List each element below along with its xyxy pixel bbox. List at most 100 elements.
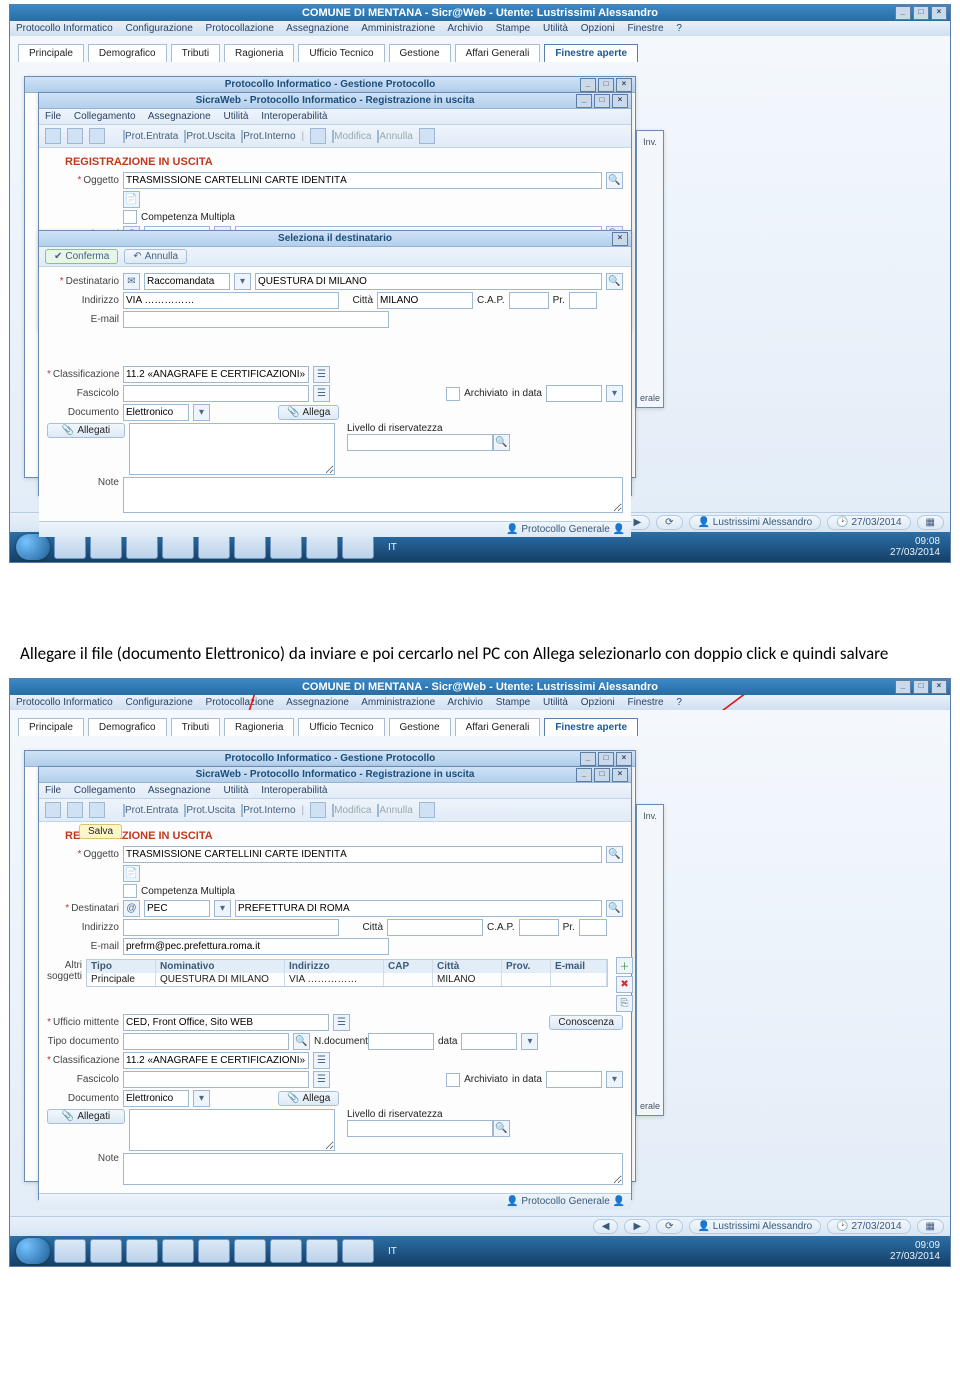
tab-finestre-aperte[interactable]: Finestre aperte bbox=[544, 44, 638, 62]
prot-entrata-button[interactable]: Prot.Entrata bbox=[123, 805, 178, 816]
note-icon[interactable]: 📄 bbox=[123, 191, 140, 208]
tab-demografico[interactable]: Demografico bbox=[88, 44, 167, 62]
chevron-down-icon[interactable]: ▾ bbox=[193, 1090, 210, 1107]
allegati-list[interactable] bbox=[129, 423, 335, 475]
submenu-item[interactable]: Interoperabilità bbox=[261, 785, 327, 796]
tab-ufficio-tecnico[interactable]: Ufficio Tecnico bbox=[298, 718, 384, 736]
classificazione-input[interactable] bbox=[123, 366, 309, 383]
allega-button[interactable]: 📎Allega bbox=[278, 1091, 339, 1106]
generic-icon[interactable] bbox=[310, 802, 326, 818]
submenu-item[interactable]: Utilità bbox=[223, 785, 248, 796]
close-button[interactable]: × bbox=[612, 768, 628, 782]
submenu-item[interactable]: File bbox=[45, 785, 61, 796]
close-button[interactable]: × bbox=[616, 78, 632, 92]
status-extra-icon[interactable]: ▦ bbox=[917, 515, 944, 530]
tab-affari-generali[interactable]: Affari Generali bbox=[455, 44, 541, 62]
new-icon[interactable] bbox=[45, 802, 61, 818]
save-icon[interactable] bbox=[67, 802, 83, 818]
dest-icon[interactable]: @ bbox=[123, 900, 140, 917]
oggetto-input[interactable] bbox=[123, 172, 602, 189]
taskbar-app[interactable] bbox=[234, 535, 266, 559]
maximize-button[interactable]: □ bbox=[913, 680, 929, 694]
dialog-pr-input[interactable] bbox=[569, 292, 597, 309]
minimize-button[interactable]: _ bbox=[580, 752, 596, 766]
annulla-button[interactable]: ↶ Annulla bbox=[124, 249, 187, 264]
tipodoc-input[interactable] bbox=[123, 1033, 289, 1050]
dialog-citta-input[interactable] bbox=[377, 292, 473, 309]
tab-demografico[interactable]: Demografico bbox=[88, 718, 167, 736]
delete-icon[interactable] bbox=[89, 128, 105, 144]
menu-item[interactable]: Protocollo Informatico bbox=[16, 23, 113, 34]
email-input[interactable] bbox=[123, 938, 389, 955]
dialog-dest-value[interactable] bbox=[255, 273, 602, 290]
tab-tributi[interactable]: Tributi bbox=[171, 44, 220, 62]
data-input[interactable] bbox=[461, 1033, 517, 1050]
tab-ufficio-tecnico[interactable]: Ufficio Tecnico bbox=[298, 44, 384, 62]
prot-entrata-button[interactable]: Prot.Entrata bbox=[123, 131, 178, 142]
chevron-down-icon[interactable]: ▾ bbox=[214, 900, 231, 917]
menu-item[interactable]: Configurazione bbox=[126, 23, 193, 34]
submenu-item[interactable]: Collegamento bbox=[74, 785, 136, 796]
maximize-button[interactable]: □ bbox=[598, 78, 614, 92]
prot-uscita-button[interactable]: Prot.Uscita bbox=[184, 805, 235, 816]
mail-icon[interactable]: ✉ bbox=[123, 273, 140, 290]
taskbar-app[interactable] bbox=[90, 1239, 122, 1263]
menu-item[interactable]: Assegnazione bbox=[286, 697, 349, 708]
dest-type-select[interactable] bbox=[144, 900, 210, 917]
menu-item[interactable]: Protocollazione bbox=[206, 23, 274, 34]
dest-value-input[interactable] bbox=[235, 900, 602, 917]
status-extra-icon[interactable]: ▦ bbox=[917, 1219, 944, 1234]
menu-item[interactable]: Utilità bbox=[543, 23, 568, 34]
submenu-item[interactable]: Assegnazione bbox=[148, 785, 211, 796]
menu-item[interactable]: Amministrazione bbox=[361, 697, 435, 708]
allegati-button[interactable]: 📎 Allegati bbox=[47, 423, 125, 438]
menu-item[interactable]: Stampe bbox=[496, 23, 530, 34]
submenu-item[interactable]: Utilità bbox=[223, 111, 248, 122]
tree-icon[interactable]: ☰ bbox=[313, 385, 330, 402]
citta-input[interactable] bbox=[387, 919, 483, 936]
annulla-button[interactable]: Annulla bbox=[377, 131, 412, 142]
dialog-cap-input[interactable] bbox=[509, 292, 549, 309]
competenza-checkbox[interactable] bbox=[123, 884, 137, 898]
search-icon[interactable]: 🔍 bbox=[493, 434, 510, 451]
menu-item[interactable]: ? bbox=[676, 697, 682, 708]
minimize-button[interactable]: _ bbox=[576, 768, 592, 782]
allega-button[interactable]: 📎Allega bbox=[278, 405, 339, 420]
menu-item[interactable]: Finestre bbox=[627, 697, 663, 708]
taskbar-app[interactable] bbox=[54, 535, 86, 559]
tab-ragioneria[interactable]: Ragioneria bbox=[224, 718, 294, 736]
in-data-input[interactable] bbox=[546, 385, 602, 402]
taskbar-app[interactable] bbox=[270, 535, 302, 559]
ufficio-input[interactable] bbox=[123, 1014, 329, 1031]
minimize-button[interactable]: _ bbox=[895, 6, 911, 20]
competenza-checkbox[interactable] bbox=[123, 210, 137, 224]
taskbar-app[interactable] bbox=[198, 1239, 230, 1263]
delete-icon[interactable] bbox=[89, 802, 105, 818]
search-icon[interactable]: 🔍 bbox=[493, 1120, 510, 1137]
tab-gestione[interactable]: Gestione bbox=[389, 44, 451, 62]
minimize-button[interactable]: _ bbox=[895, 680, 911, 694]
in-data-input[interactable] bbox=[546, 1071, 602, 1088]
taskbar-app[interactable] bbox=[162, 535, 194, 559]
dialog-email-input[interactable] bbox=[123, 311, 389, 328]
tab-principale[interactable]: Principale bbox=[18, 44, 84, 62]
chevron-down-icon[interactable]: ▾ bbox=[521, 1033, 538, 1050]
tree-icon[interactable]: ☰ bbox=[333, 1014, 350, 1031]
remove-row-icon[interactable]: ✖ bbox=[616, 976, 633, 993]
note-input[interactable] bbox=[123, 477, 623, 513]
search-icon[interactable]: 🔍 bbox=[606, 172, 623, 189]
menu-item[interactable]: Archivio bbox=[447, 697, 483, 708]
taskbar-app[interactable] bbox=[162, 1239, 194, 1263]
close-button[interactable]: × bbox=[931, 6, 947, 20]
menu-item[interactable]: Configurazione bbox=[126, 697, 193, 708]
cap-input[interactable] bbox=[519, 919, 559, 936]
taskbar-app[interactable] bbox=[342, 535, 374, 559]
chevron-down-icon[interactable]: ▾ bbox=[606, 1071, 623, 1088]
tab-affari-generali[interactable]: Affari Generali bbox=[455, 718, 541, 736]
submenu-item[interactable]: Interoperabilità bbox=[261, 111, 327, 122]
dialog-indirizzo-input[interactable] bbox=[123, 292, 339, 309]
menu-item[interactable]: Archivio bbox=[447, 23, 483, 34]
maximize-button[interactable]: □ bbox=[594, 94, 610, 108]
generic-icon[interactable] bbox=[419, 128, 435, 144]
copy-row-icon[interactable]: ⎘ bbox=[616, 995, 633, 1012]
